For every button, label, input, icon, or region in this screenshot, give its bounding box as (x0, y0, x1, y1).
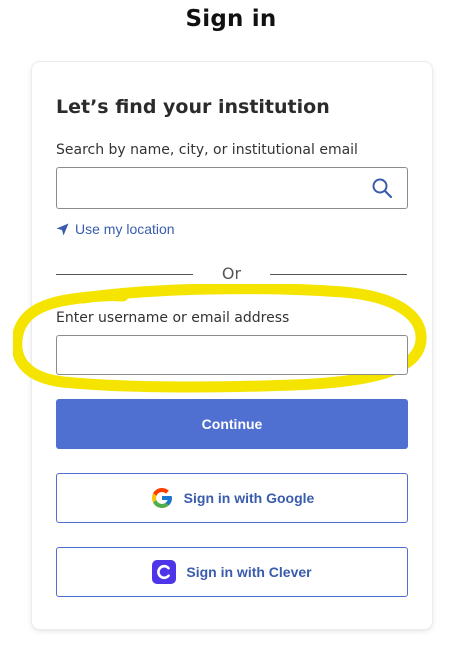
google-logo-icon (150, 486, 174, 510)
clever-logo-icon (152, 560, 177, 584)
page-title: Sign in (185, 6, 277, 32)
continue-button[interactable]: Continue (56, 399, 408, 449)
sign-in-with-google-button[interactable]: Sign in with Google (56, 473, 408, 523)
google-button-label: Sign in with Google (183, 490, 315, 506)
or-divider-text: Or (221, 264, 242, 283)
clever-button-label: Sign in with Clever (186, 564, 312, 580)
username-label: Enter username or email address (56, 310, 290, 326)
use-my-location-link[interactable]: Use my location (56, 221, 175, 237)
institution-card: Let’s find your institution Search by na… (13, 62, 432, 629)
institution-search-input[interactable] (57, 168, 377, 206)
sign-in-with-clever-button[interactable]: Sign in with Clever (56, 547, 408, 597)
institution-search-field[interactable] (56, 167, 408, 209)
institution-heading: Let’s find your institution (56, 96, 330, 118)
use-my-location-label: Use my location (75, 221, 175, 237)
username-input[interactable] (56, 335, 408, 375)
divider-line-right (270, 274, 407, 275)
search-label: Search by name, city, or institutional e… (56, 142, 358, 158)
sign-in-page: Sign in Let’s find your institution Sear… (0, 0, 462, 654)
divider-line-left (56, 274, 193, 275)
location-arrow-icon (56, 223, 69, 236)
search-icon[interactable] (371, 177, 393, 199)
